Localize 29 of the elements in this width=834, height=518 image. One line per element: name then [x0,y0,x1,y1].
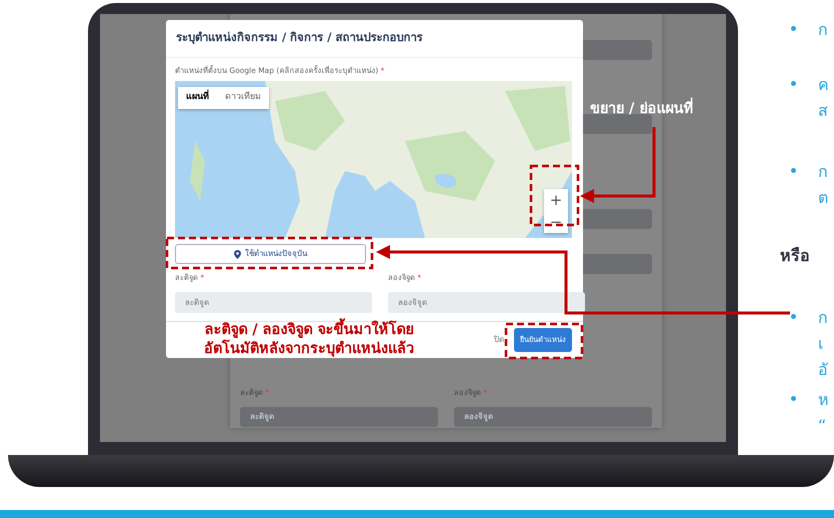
zoom-out-button[interactable]: − [544,211,568,234]
input-field[interactable] [580,40,652,60]
bullet-icon [791,314,796,319]
map-type-tab[interactable]: แผนที่ [178,87,217,109]
map-type-tab[interactable]: ดาวเทียม [217,87,269,109]
bullet-text: ค ส [818,74,829,122]
bullet-text: ก [818,19,828,41]
select-field[interactable] [580,209,652,229]
modal-title: ระบุตำแหน่งกิจกรรม / กิจการ / สถานประกอบการ [166,20,583,58]
input-field[interactable]: ลองจิจูด [388,292,585,312]
current-location-button[interactable]: ใช้ตำแหน่งปัจจุบัน [175,244,366,264]
input-field[interactable]: ละติจูด [240,406,438,427]
bullet-icon [791,168,796,173]
bullet-icon [791,26,796,31]
input-field[interactable]: ละติจูด [175,292,372,312]
bullet-text: ก เ อั [818,307,828,381]
bullet-text: ก ต [818,161,828,209]
close-link[interactable]: ปิด [492,332,506,348]
callout-label: ขยาย / ย่อแผนที่ [590,99,694,121]
select-field[interactable] [580,254,652,274]
side-heading: หรือ [780,245,810,267]
pin-icon [234,250,241,259]
bullet-icon [791,81,796,86]
input-field[interactable] [580,114,652,134]
zoom-in-button[interactable]: + [544,189,568,212]
bullet-text: ห “ [818,389,829,437]
bullet-icon [791,396,796,401]
highlight-frame [530,164,580,226]
input-field[interactable]: ลองจิจูด [454,406,652,427]
